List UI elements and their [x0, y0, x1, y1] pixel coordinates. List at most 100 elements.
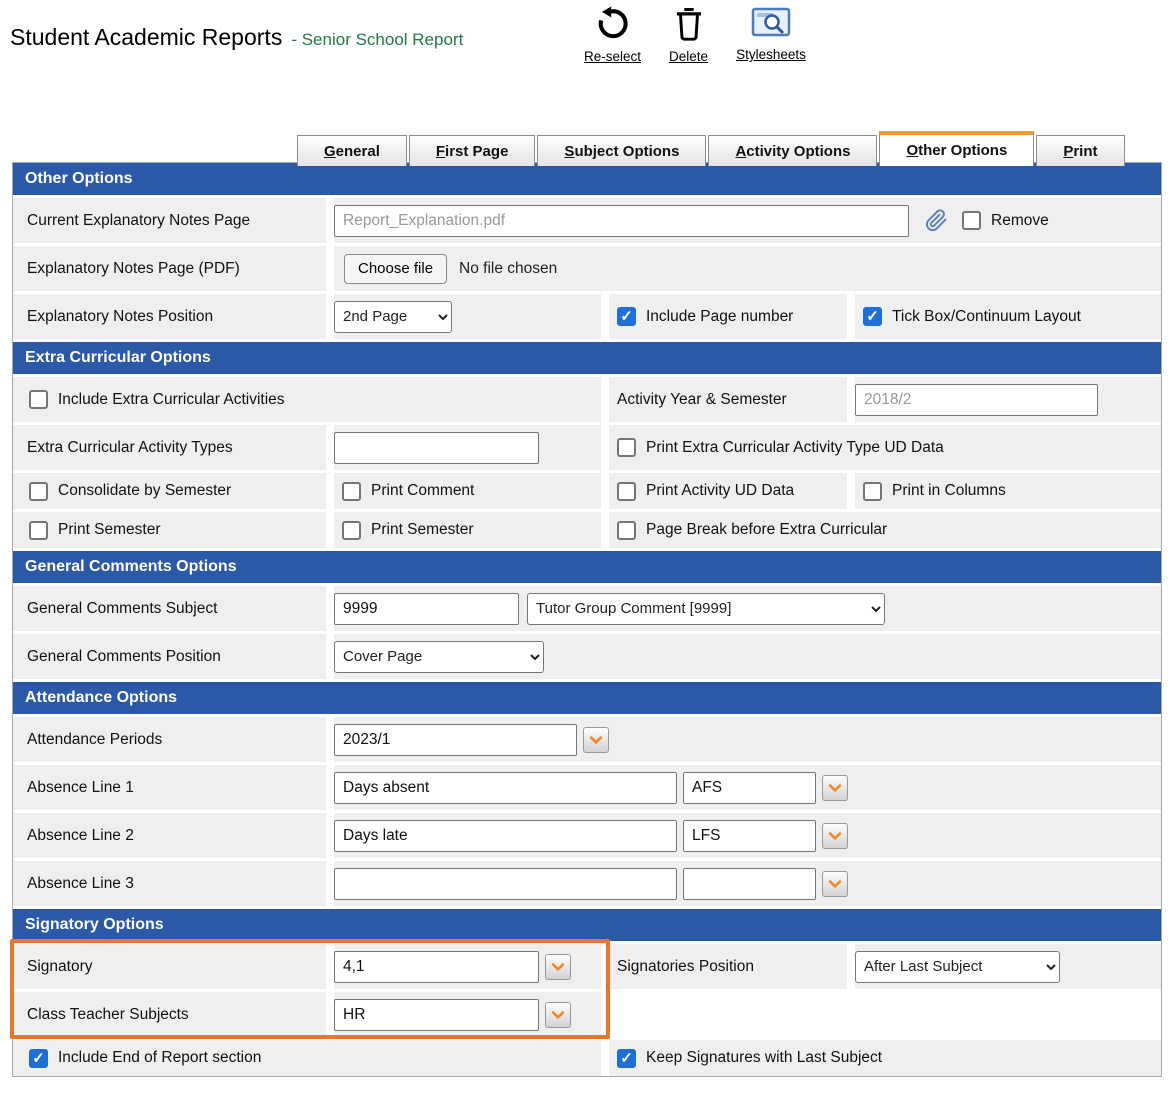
row-extra-curricular-checkboxes-1: Consolidate by Semester Print Comment Pr… — [13, 473, 1161, 509]
remove-label: Remove — [991, 212, 1049, 230]
tab-first-page-label: First Page — [436, 143, 509, 160]
signatory-picker-button[interactable] — [545, 954, 571, 980]
print-type-ud-checkbox[interactable] — [617, 438, 636, 457]
consolidate-cell: Consolidate by Semester — [13, 473, 326, 509]
include-page-number-checkbox[interactable] — [617, 307, 636, 326]
absence-line-1-content — [334, 765, 1161, 810]
section-header-signatory: Signatory Options — [13, 909, 1161, 941]
include-page-number-cell: Include Page number — [609, 294, 847, 339]
comments-position-content: Cover Page — [334, 634, 1161, 679]
include-end-checkbox[interactable] — [29, 1049, 48, 1068]
activity-year-label: Activity Year & Semester — [609, 377, 847, 422]
signatory-label: Signatory — [13, 944, 326, 989]
absence-line-2-picker-button[interactable] — [822, 823, 848, 849]
paperclip-icon[interactable] — [925, 209, 948, 232]
page-break-checkbox[interactable] — [617, 521, 636, 540]
tab-other-options[interactable]: Other Options — [879, 131, 1034, 166]
activity-year-content — [855, 377, 1161, 422]
page-break-cell: Page Break before Extra Curricular — [609, 512, 1161, 548]
signatory-input[interactable] — [334, 951, 539, 983]
absence-line-1-picker-button[interactable] — [822, 775, 848, 801]
print-in-columns-label: Print in Columns — [892, 482, 1006, 500]
print-semester-b-checkbox[interactable] — [342, 521, 361, 540]
consolidate-checkbox[interactable] — [29, 482, 48, 501]
include-activities-label: Include Extra Curricular Activities — [58, 391, 285, 409]
print-comment-cell: Print Comment — [334, 473, 601, 509]
absence-line-2-code-input[interactable] — [683, 820, 816, 852]
toolbar: Re-select Delete Stylesheets — [584, 6, 806, 64]
stylesheets-button[interactable]: Stylesheets — [736, 6, 806, 62]
print-comment-checkbox[interactable] — [342, 482, 361, 501]
consolidate-label: Consolidate by Semester — [58, 482, 231, 500]
row-extra-curricular-checkboxes-2: Print Semester Print Semester Page Break… — [13, 512, 1161, 548]
include-activities-cell: Include Extra Curricular Activities — [13, 377, 601, 422]
absence-line-3-picker-button[interactable] — [822, 871, 848, 897]
activity-types-label: Extra Curricular Activity Types — [13, 425, 326, 470]
print-activity-ud-checkbox[interactable] — [617, 482, 636, 501]
page-break-label: Page Break before Extra Curricular — [646, 521, 887, 539]
attendance-periods-picker-button[interactable] — [583, 727, 609, 753]
report-name: - Senior School Report — [291, 30, 463, 50]
absence-line-2-text-input[interactable] — [334, 820, 677, 852]
page-title: Student Academic Reports — [10, 24, 282, 51]
print-in-columns-checkbox[interactable] — [863, 482, 882, 501]
tab-print-label: Print — [1063, 143, 1097, 160]
keep-signatures-checkbox[interactable] — [617, 1049, 636, 1068]
tab-bar: General First Page Subject Options Activ… — [297, 131, 1125, 166]
activity-types-content — [334, 425, 601, 470]
class-teacher-input[interactable] — [334, 999, 539, 1031]
tab-general-label: General — [324, 143, 380, 160]
class-teacher-content — [334, 992, 601, 1037]
comments-subject-select[interactable]: Tutor Group Comment [9999] — [527, 593, 885, 625]
reselect-button[interactable]: Re-select — [584, 6, 641, 64]
comments-position-label: General Comments Position — [13, 634, 326, 679]
signatories-position-label: Signatories Position — [609, 944, 847, 989]
comments-position-select[interactable]: Cover Page — [334, 641, 544, 673]
row-general-comments-subject: General Comments Subject Tutor Group Com… — [13, 586, 1161, 631]
absence-line-3-text-input[interactable] — [334, 868, 677, 900]
options-panel: Other Options Current Explanatory Notes … — [12, 162, 1162, 1077]
comments-subject-input[interactable] — [334, 593, 519, 625]
absence-line-1-label: Absence Line 1 — [13, 765, 326, 810]
print-semester-b-label: Print Semester — [371, 521, 474, 539]
tab-first-page[interactable]: First Page — [409, 135, 536, 166]
print-type-ud-label: Print Extra Curricular Activity Type UD … — [646, 439, 944, 457]
notes-position-select[interactable]: 2nd Page — [334, 301, 452, 333]
row-signatory-checkboxes: Include End of Report section Keep Signa… — [13, 1040, 1161, 1076]
tab-other-options-label: Other Options — [906, 142, 1007, 159]
absence-line-3-label: Absence Line 3 — [13, 861, 326, 906]
row-general-comments-position: General Comments Position Cover Page — [13, 634, 1161, 679]
delete-label: Delete — [669, 49, 708, 64]
print-semester-a-cell: Print Semester — [13, 512, 326, 548]
include-activities-checkbox[interactable] — [29, 390, 48, 409]
absence-line-3-code-input[interactable] — [683, 868, 816, 900]
absence-line-1-text-input[interactable] — [334, 772, 677, 804]
tickbox-layout-checkbox[interactable] — [863, 307, 882, 326]
activity-year-input[interactable] — [855, 384, 1098, 416]
delete-button[interactable]: Delete — [669, 6, 708, 64]
reselect-icon — [594, 6, 632, 47]
attendance-periods-input[interactable] — [334, 724, 577, 756]
tab-general[interactable]: General — [297, 135, 407, 166]
print-activity-ud-cell: Print Activity UD Data — [609, 473, 847, 509]
attendance-periods-label: Attendance Periods — [13, 717, 326, 762]
current-notes-input[interactable] — [334, 205, 909, 237]
activity-types-input[interactable] — [334, 432, 539, 464]
signatory-content — [334, 944, 601, 989]
row-activity-types: Extra Curricular Activity Types Print Ex… — [13, 425, 1161, 470]
remove-checkbox[interactable] — [962, 211, 981, 230]
current-notes-content: Remove — [334, 198, 1161, 243]
notes-position-label: Explanatory Notes Position — [13, 294, 326, 339]
absence-line-1-code-input[interactable] — [683, 772, 816, 804]
tab-activity-options[interactable]: Activity Options — [708, 135, 877, 166]
choose-file-button[interactable]: Choose file — [344, 254, 447, 284]
signatories-position-content: After Last Subject — [855, 944, 1161, 989]
comments-subject-label: General Comments Subject — [13, 586, 326, 631]
class-teacher-picker-button[interactable] — [545, 1002, 571, 1028]
stylesheets-icon — [750, 6, 792, 45]
tab-subject-options[interactable]: Subject Options — [537, 135, 706, 166]
print-semester-a-checkbox[interactable] — [29, 521, 48, 540]
keep-signatures-label: Keep Signatures with Last Subject — [646, 1049, 882, 1067]
tab-print[interactable]: Print — [1036, 135, 1124, 166]
signatories-position-select[interactable]: After Last Subject — [855, 951, 1060, 983]
